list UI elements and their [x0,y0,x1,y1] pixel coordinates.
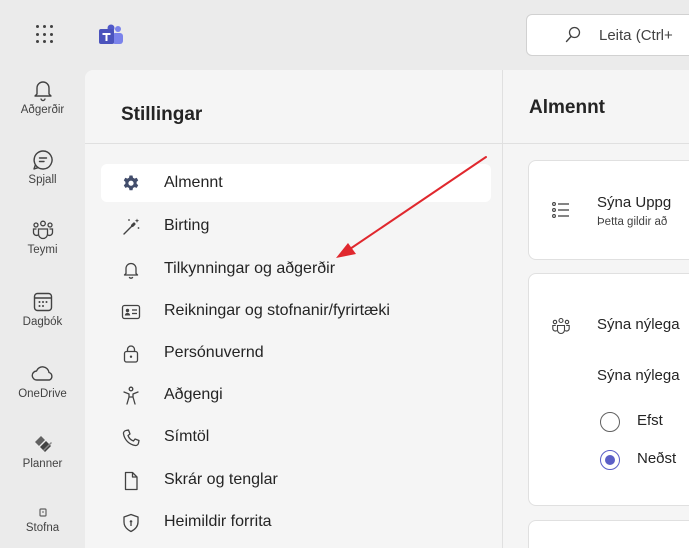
settings-item-files[interactable]: Skrár og tenglar [101,461,491,499]
radio-label: Efst [637,412,663,429]
settings-item-label: Símtöl [164,428,210,445]
rail-label: OneDrive [18,388,67,400]
rail-label: Spjall [28,174,57,186]
search-icon [565,26,581,43]
settings-card: Sýna Uppg Þetta gildir að [528,160,689,260]
settings-item-privacy[interactable]: Persónuvernd [101,334,491,372]
settings-item-label: Almennt [164,174,223,191]
settings-item-app-permissions[interactable]: Heimildir forrita [101,503,491,541]
gear-icon [123,175,139,191]
top-bar: Leita (Ctrl+ [0,0,689,70]
rail-label: Aðgerðir [20,104,65,116]
bell-icon [123,262,139,279]
teams-window: Leita (Ctrl+ Aðgerðir Spjall Teymi Dagbó… [0,0,689,548]
lock-icon [123,345,139,363]
settings-panel: Stillingar Almennt Birting Tilkynningar … [85,70,503,548]
settings-item-label: Tilkynningar og aðgerðir [164,260,336,277]
left-rail: Aðgerðir Spjall Teymi Dagbók OneDrive Pl… [0,70,85,548]
settings-title: Stillingar [121,104,203,125]
settings-item-notifications[interactable]: Tilkynningar og aðgerðir [101,250,491,288]
settings-item-label: Persónuvernd [164,344,264,361]
magic-wand-icon [123,218,140,235]
rail-label: Planner [22,458,63,470]
settings-item-general[interactable]: Almennt [101,164,491,202]
settings-item-label: Birting [164,217,210,234]
teams-logo-icon [99,24,123,44]
app-launcher-icon[interactable] [36,25,56,45]
list-icon [552,202,569,218]
settings-item-label: Skrár og tenglar [164,471,278,488]
planner-icon [34,436,52,452]
phone-icon [122,429,140,447]
content-title: Almennt [529,97,605,118]
rail-item-planner[interactable]: Planner [0,432,85,492]
settings-item-calls[interactable]: Símtöl [101,418,491,456]
settings-item-accessibility[interactable]: Aðgengi [101,376,491,414]
rail-item-onedrive[interactable]: OneDrive [0,362,85,422]
settings-card [528,520,689,548]
id-card-icon [121,304,141,320]
rail-label: Stofna [25,522,60,534]
rail-item-teams[interactable]: Teymi [0,218,85,278]
cloud-icon [31,366,53,381]
rail-item-chat[interactable]: Spjall [0,148,85,208]
file-icon [124,471,138,491]
settings-item-appearance[interactable]: Birting [101,207,491,245]
card-subtitle: Þetta gildir að [597,216,668,228]
teams-icon [552,317,570,335]
divider [85,143,503,144]
radio-top[interactable] [600,412,620,432]
settings-card: Sýna nýlega Sýna nýlega Efst Neðst [528,273,689,506]
divider [503,143,689,144]
settings-item-label: Aðgengi [164,386,223,403]
rail-label: Dagbók [22,316,63,328]
rail-item-activity[interactable]: Aðgerðir [0,78,85,138]
rail-label: Teymi [27,244,58,256]
accessibility-icon [123,386,139,405]
search-box[interactable]: Leita (Ctrl+ [526,14,689,56]
card-title: Sýna Uppg [597,194,672,211]
teams-icon [32,220,53,240]
calendar-icon [33,292,52,312]
card-title: Sýna nýlega [597,316,680,333]
create-icon [38,508,47,517]
card-subtitle: Sýna nýlega [597,367,680,384]
shield-icon [123,513,139,533]
bell-icon [33,81,52,102]
rail-item-calendar[interactable]: Dagbók [0,290,85,350]
general-settings-content: Almennt Sýna Uppg Þetta gildir að Sýna n… [503,70,689,548]
radio-bottom[interactable] [600,450,620,470]
chat-icon [32,150,53,170]
settings-item-label: Heimildir forrita [164,513,272,530]
search-placeholder: Leita (Ctrl+ [599,27,673,44]
rail-item-create[interactable]: Stofna [0,506,85,548]
settings-item-label: Reikningar og stofnanir/fyrirtæki [164,302,390,319]
settings-item-accounts[interactable]: Reikningar og stofnanir/fyrirtæki [101,292,491,330]
radio-label: Neðst [637,450,677,467]
